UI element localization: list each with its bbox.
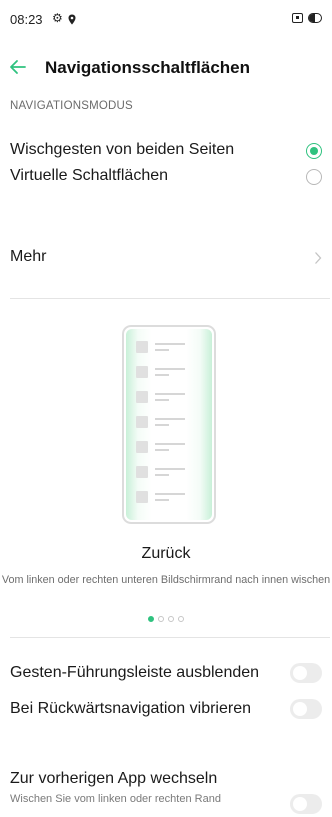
list-placeholder [136,366,196,380]
gear-icon: ⚙ [52,11,63,25]
toggle-switch[interactable] [290,794,322,814]
toggle-label: Gesten-Führungsleiste ausblenden [10,664,260,681]
more-row[interactable]: Mehr [0,234,332,282]
chevron-right-icon [314,251,322,265]
toggle-row-previous-app[interactable]: Zur vorherigen App wechseln Wischen Sie … [0,760,332,817]
screen-record-icon [292,13,303,23]
status-right [292,13,322,23]
page-dot-active [148,616,154,622]
divider [10,298,330,299]
toggle-switch[interactable] [290,699,322,719]
app-header: Navigationsschaltflächen [0,52,332,88]
list-placeholder [136,391,196,405]
page-dot [178,616,184,622]
toggle-row-vibrate[interactable]: Bei Rückwärtsnavigation vibrieren [0,694,332,742]
option-label: Virtuelle Schaltflächen [10,167,169,184]
toggle-switch[interactable] [290,663,322,683]
status-bar: 08:23 ⚙ [0,0,332,38]
toggle-sublabel: Wischen Sie vom linken oder rechten Rand [10,793,221,805]
list-placeholder [136,341,196,355]
list-placeholder [136,416,196,430]
option-virtual-buttons[interactable]: Virtuelle Schaltflächen [0,153,332,201]
demo-title: Zurück [141,545,191,562]
page-dot [158,616,164,622]
arrow-left-icon[interactable] [6,55,30,79]
demo-description: Vom linken oder rechten unteren Bildschi… [1,574,331,586]
radio-unselected[interactable] [306,169,322,185]
phone-screen [126,329,212,520]
more-label: Mehr [10,248,47,265]
location-icon [68,12,76,30]
page-dot [168,616,174,622]
battery-icon [308,13,322,23]
gesture-illustration [122,325,216,524]
divider [10,637,330,638]
toggle-label: Zur vorherigen App wechseln [10,770,218,787]
list-placeholder [136,491,196,505]
status-time: 08:23 [10,12,43,27]
list-placeholder [136,466,196,480]
section-header: NAVIGATIONSMODUS [10,100,133,112]
page-indicator [0,616,332,622]
list-placeholder [136,441,196,455]
toggle-label: Bei Rückwärtsnavigation vibrieren [10,700,251,717]
page-title: Navigationsschaltflächen [45,58,251,77]
